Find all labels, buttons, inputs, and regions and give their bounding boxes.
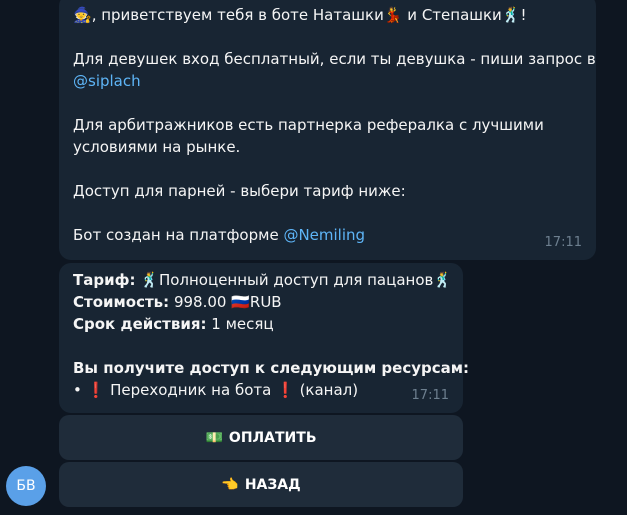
resource-item: • ❗ Переходник на бота ❗ (канал) xyxy=(73,379,449,401)
avatar-initials: БВ xyxy=(16,478,36,494)
cost-label: Стоимость: xyxy=(73,293,170,311)
resources-heading: Вы получите доступ к следующим ресурсам: xyxy=(73,359,470,377)
wizard-emoji-icon: 🧙 xyxy=(73,6,92,24)
tariff-label: Тариф: xyxy=(73,271,136,289)
girls-access-text: Для девушек вход бесплатный, если ты дев… xyxy=(73,50,596,68)
exclamation-icon: ❗ xyxy=(276,381,295,399)
resource-name: Переходник на бота xyxy=(110,381,272,399)
exclamation-icon: ❗ xyxy=(86,381,106,399)
platform-line: Бот создан на платформе @Nemiling xyxy=(73,224,582,246)
siplach-link[interactable]: @siplach xyxy=(73,70,582,92)
dancer-emoji-icon: 💃 xyxy=(383,6,403,24)
greeting-text-part2: и Степашки xyxy=(402,6,502,24)
tariff-line: Тариф: 🕺Полноценный доступ для пацанов🕺 xyxy=(73,269,453,291)
greeting-text-part1: , приветствуем тебя в боте Наташки xyxy=(91,6,384,24)
money-icon: 💵 xyxy=(205,429,223,446)
term-value: 1 месяц xyxy=(211,315,274,333)
man-dancing-emoji-icon: 🕺 xyxy=(140,271,159,289)
cost-line: Стоимость: 998.00 🇷🇺RUB xyxy=(73,291,449,313)
pay-button[interactable]: 💵 ОПЛАТИТЬ xyxy=(59,415,463,460)
cost-value: 998.00 xyxy=(173,293,227,311)
nemiling-link[interactable]: @Nemiling xyxy=(283,226,365,244)
message-timestamp: 17:11 xyxy=(411,388,449,403)
man-dancing-emoji-icon: 🕺 xyxy=(501,6,521,24)
tariff-value: Полноценный доступ для пацанов xyxy=(158,271,434,289)
back-button[interactable]: 👈 НАЗАД xyxy=(59,462,463,507)
arbitrage-text-line1: Для арбитражников есть партнерка реферал… xyxy=(73,116,544,134)
tariff-message: Тариф: 🕺Полноценный доступ для пацанов🕺 … xyxy=(59,263,470,413)
resource-type: (канал) xyxy=(299,381,359,399)
russia-flag-icon: 🇷🇺 xyxy=(231,293,250,311)
greeting-line: 🧙, приветствуем тебя в боте Наташки💃 и С… xyxy=(73,4,582,26)
man-dancing-emoji-icon: 🕺 xyxy=(433,271,453,289)
platform-text: Бот создан на платформе xyxy=(73,226,284,244)
arbitrage-text-line2: условиями на рынке. xyxy=(73,138,241,156)
message-timestamp: 17:11 xyxy=(544,235,582,250)
greeting-text-part3: ! xyxy=(520,6,527,24)
term-label: Срок действия: xyxy=(73,315,207,333)
pay-button-label: ОПЛАТИТЬ xyxy=(228,429,317,446)
bullet: • xyxy=(73,381,82,399)
term-line: Срок действия: 1 месяц xyxy=(73,313,449,335)
back-button-label: НАЗАД xyxy=(244,476,301,493)
cost-currency: RUB xyxy=(249,293,282,311)
avatar[interactable]: БВ xyxy=(6,466,46,506)
pointing-left-icon: 👈 xyxy=(221,476,239,493)
bot-welcome-message: 🧙, приветствуем тебя в боте Наташки💃 и С… xyxy=(59,0,596,260)
guys-access-text: Доступ для парней - выбери тариф ниже: xyxy=(73,182,406,200)
